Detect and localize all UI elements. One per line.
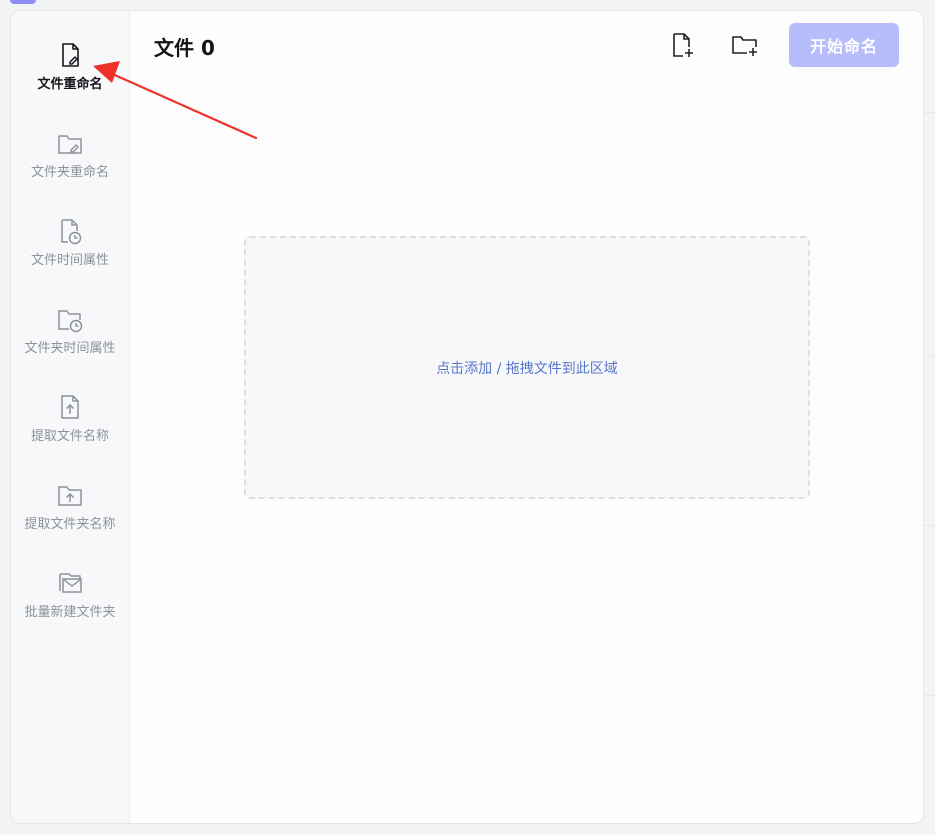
sidebar-item-label: 提取文件夹名称	[24, 517, 116, 532]
sidebar-item-extract-folder-names[interactable]: 提取文件夹名称	[11, 481, 129, 561]
file-edit-icon	[62, 43, 79, 67]
sidebar-item-folder-time[interactable]: 文件夹时间属性	[11, 305, 129, 385]
page-title: 文件 0	[154, 36, 215, 60]
start-rename-button[interactable]: 开始命名	[789, 23, 899, 67]
folder-clock-icon	[58, 310, 83, 333]
sidebar-item-file-time[interactable]: 文件时间属性	[11, 217, 129, 297]
sidebar-item-folder-rename[interactable]: 文件夹重命名	[11, 129, 129, 209]
sidebar-item-label: 文件时间属性	[30, 253, 109, 268]
sidebar: 文件重命名 文件夹重命名 文件时间属性 文件夹时间属性 提取文件名称 提取文件夹…	[11, 11, 130, 823]
folder-plus-icon[interactable]	[730, 31, 760, 61]
file-drop-zone[interactable]: 点击添加 / 拖拽文件到此区域	[244, 236, 810, 499]
sidebar-item-batch-new-folders[interactable]: 批量新建文件夹	[11, 569, 129, 649]
app-window: 文件重命名 文件夹重命名 文件时间属性 文件夹时间属性 提取文件名称 提取文件夹…	[10, 10, 924, 824]
folder-upload-icon	[58, 486, 82, 506]
folders-stack-icon	[59, 573, 82, 593]
folder-edit-icon	[58, 135, 82, 154]
drop-zone-text: 点击添加 / 拖拽文件到此区域	[436, 360, 618, 377]
sidebar-item-label: 提取文件名称	[30, 429, 109, 444]
sidebar-item-label: 批量新建文件夹	[24, 605, 116, 620]
sidebar-item-label: 文件重命名	[37, 77, 103, 92]
file-upload-icon	[61, 395, 79, 419]
sidebar-item-extract-file-names[interactable]: 提取文件名称	[11, 393, 129, 473]
app-badge	[10, 0, 36, 4]
file-clock-icon	[61, 219, 82, 245]
sidebar-item-label: 文件夹时间属性	[24, 341, 116, 356]
file-plus-icon[interactable]	[667, 31, 697, 61]
sidebar-item-label: 文件夹重命名	[30, 165, 109, 180]
sidebar-item-file-rename[interactable]: 文件重命名	[11, 41, 129, 121]
